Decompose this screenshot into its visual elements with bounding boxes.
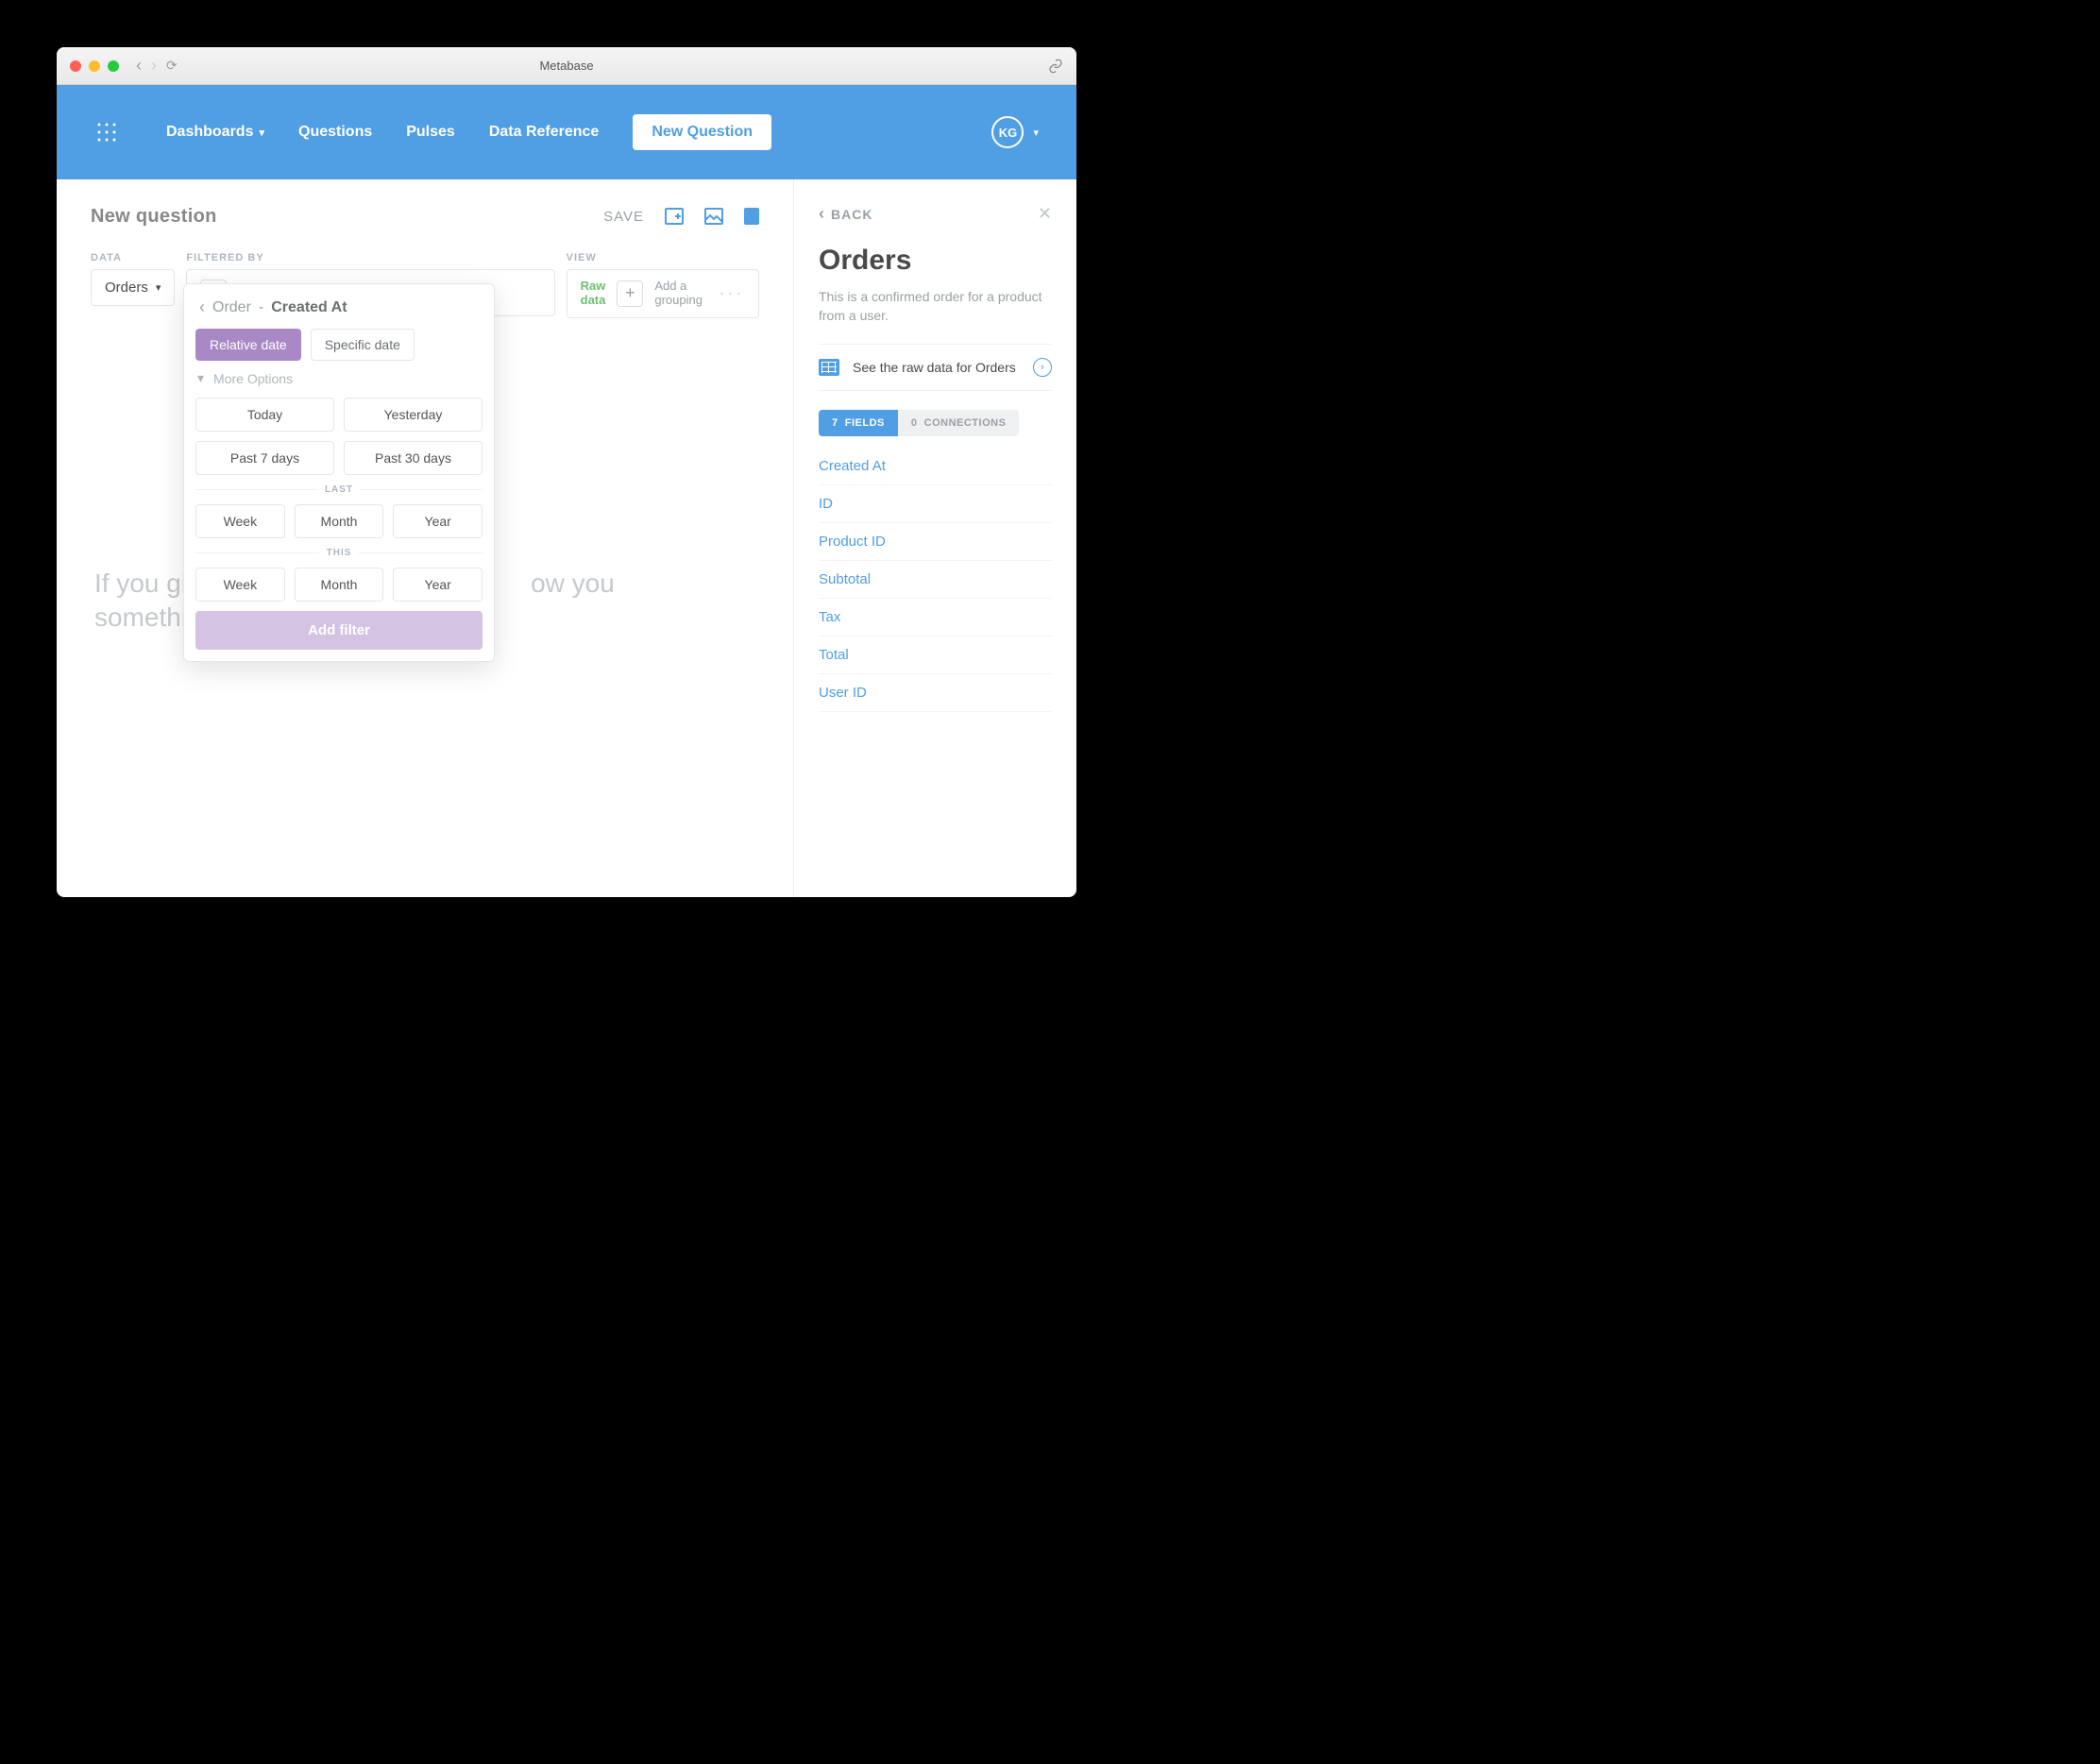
chevron-down-icon: ▾ [1033, 127, 1039, 139]
field-item[interactable]: Product ID [819, 523, 1052, 561]
field-item[interactable]: Tax [819, 599, 1052, 636]
data-section: DATA Orders ▾ [91, 252, 175, 318]
nav-dashboards-label: Dashboards [166, 124, 253, 141]
nav-items: Dashboards ▾ Questions Pulses Data Refere… [166, 114, 771, 150]
view-section: VIEW Rawdata + Add agrouping ∙∙∙ [567, 252, 759, 318]
option-last-month[interactable]: Month [295, 504, 384, 538]
chevron-left-icon: ‹ [819, 204, 825, 224]
tab-connections[interactable]: 0 CONNECTIONS [898, 410, 1020, 436]
data-picker[interactable]: Orders ▾ [91, 269, 175, 306]
field-item[interactable]: Total [819, 636, 1052, 674]
this-row: Week Month Year [195, 568, 483, 602]
more-icon[interactable]: ∙∙∙ [714, 283, 745, 303]
back-button[interactable]: ‹ BACK [819, 204, 1052, 224]
side-title: Orders [819, 245, 1052, 277]
more-options-label: More Options [213, 371, 293, 386]
date-tabs: Relative date Specific date [195, 329, 483, 361]
option-this-year[interactable]: Year [393, 568, 483, 602]
tab-specific-date[interactable]: Specific date [311, 329, 415, 361]
breadcrumb-back[interactable]: Order [212, 299, 251, 316]
raw-link-label: See the raw data for Orders [853, 360, 1016, 375]
filter-popup: ‹ Order - Created At Relative date Speci… [183, 283, 495, 662]
raw-data-link[interactable]: See the raw data for Orders › [819, 344, 1052, 391]
tab-fields[interactable]: 7 FIELDS [819, 410, 898, 436]
option-yesterday[interactable]: Yesterday [344, 398, 483, 432]
option-past-30[interactable]: Past 30 days [344, 441, 483, 475]
breadcrumb-sep: - [259, 299, 263, 316]
plus-icon: + [617, 280, 643, 307]
arrow-right-icon: › [1033, 358, 1052, 377]
toolbar: SAVE [603, 208, 759, 225]
avatar: KG [991, 116, 1024, 148]
new-question-button[interactable]: New Question [633, 114, 771, 150]
user-menu[interactable]: KG ▾ [991, 116, 1039, 148]
close-dot[interactable] [70, 60, 81, 72]
body: New question SAVE DATA Orders ▾ FILTERED… [57, 179, 1076, 897]
option-this-week[interactable]: Week [195, 568, 285, 602]
quick-row-2: Past 7 days Past 30 days [195, 441, 483, 475]
app-window: ‹ › ⟳ Metabase Dashboards ▾ Questions Pul… [57, 47, 1076, 897]
view-label: VIEW [567, 252, 759, 263]
raw-data-label: Rawdata [581, 280, 606, 308]
close-icon[interactable]: ✕ [1038, 204, 1052, 224]
filter-label: FILTERED BY [186, 252, 554, 263]
nav-questions[interactable]: Questions [298, 124, 372, 141]
data-value: Orders [105, 280, 148, 296]
browser-nav: ‹ › ⟳ [136, 56, 178, 76]
sep-last-label: LAST [325, 484, 353, 495]
field-item[interactable]: ID [819, 485, 1052, 523]
view-picker[interactable]: Rawdata + Add agrouping ∙∙∙ [567, 269, 759, 318]
nav-pulses[interactable]: Pulses [406, 124, 455, 141]
field-list: Created At ID Product ID Subtotal Tax To… [819, 448, 1052, 712]
titlebar: ‹ › ⟳ Metabase [57, 47, 1076, 85]
field-item[interactable]: User ID [819, 674, 1052, 712]
maximize-dot[interactable] [108, 60, 119, 72]
book-icon[interactable] [744, 208, 759, 225]
nav-data-reference[interactable]: Data Reference [489, 124, 600, 141]
field-item[interactable]: Subtotal [819, 561, 1052, 599]
save-button[interactable]: SAVE [603, 209, 644, 225]
chevron-down-icon: ▾ [156, 281, 161, 294]
last-row: Week Month Year [195, 504, 483, 538]
table-icon [819, 359, 839, 376]
forward-icon: › [151, 56, 157, 76]
back-icon[interactable]: ‹ [136, 56, 142, 76]
add-grouping-label: Add agrouping [654, 280, 703, 308]
option-this-month[interactable]: Month [295, 568, 384, 602]
quick-row-1: Today Yesterday [195, 398, 483, 432]
field-item[interactable]: Created At [819, 448, 1052, 485]
meta-tabs: 7 FIELDS 0 CONNECTIONS [819, 410, 1052, 436]
minimize-dot[interactable] [89, 60, 100, 72]
option-today[interactable]: Today [195, 398, 334, 432]
main-area: New question SAVE DATA Orders ▾ FILTERED… [57, 179, 793, 897]
separator-last: LAST [195, 484, 483, 495]
chevron-down-icon: ▾ [197, 370, 204, 386]
nav-dashboards[interactable]: Dashboards ▾ [166, 124, 264, 141]
option-last-year[interactable]: Year [393, 504, 483, 538]
side-description: This is a confirmed order for a product … [819, 288, 1052, 325]
window-title: Metabase [539, 59, 593, 73]
chevron-down-icon: ▾ [259, 127, 264, 139]
more-options-toggle[interactable]: ▾ More Options [195, 370, 483, 386]
top-nav: Dashboards ▾ Questions Pulses Data Refere… [57, 85, 1076, 179]
window-controls [70, 60, 119, 72]
separator-this: THIS [195, 548, 483, 558]
image-icon[interactable] [704, 208, 723, 225]
add-to-dashboard-icon[interactable] [665, 208, 684, 225]
data-label: DATA [91, 252, 175, 263]
sep-this-label: THIS [327, 548, 352, 558]
option-past-7[interactable]: Past 7 days [195, 441, 334, 475]
add-filter-button[interactable]: Add filter [195, 611, 483, 650]
filter-breadcrumb: ‹ Order - Created At [195, 297, 483, 317]
chevron-left-icon[interactable]: ‹ [199, 297, 205, 317]
link-icon[interactable] [1048, 59, 1063, 74]
logo-icon[interactable] [94, 120, 119, 144]
option-last-week[interactable]: Week [195, 504, 285, 538]
back-label: BACK [831, 207, 872, 222]
reload-icon[interactable]: ⟳ [166, 58, 178, 74]
side-panel: ‹ BACK ✕ Orders This is a confirmed orde… [793, 179, 1076, 897]
tab-relative-date[interactable]: Relative date [195, 329, 301, 361]
breadcrumb-current: Created At [271, 299, 347, 316]
